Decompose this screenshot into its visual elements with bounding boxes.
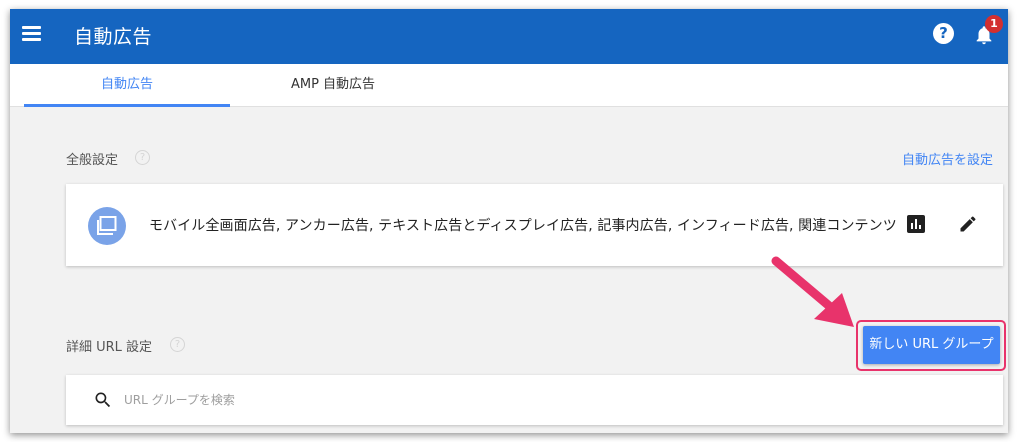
- app-bar: 自動広告 ? 1: [10, 9, 1008, 64]
- general-settings-title: 全般設定: [66, 153, 119, 168]
- page-title: 自動広告: [74, 26, 153, 48]
- url-group-search-input[interactable]: [124, 387, 824, 413]
- tab-auto-ads[interactable]: 自動広告: [24, 64, 230, 107]
- edit-pencil-icon[interactable]: [958, 214, 978, 234]
- active-tab-indicator: [24, 104, 230, 107]
- ad-formats-summary: モバイル全画面広告, アンカー広告, テキスト広告とディスプレイ広告, 記事内広…: [149, 218, 897, 234]
- tab-amp-auto-ads[interactable]: AMP 自動広告: [230, 64, 436, 107]
- bar-chart-icon[interactable]: [907, 215, 925, 233]
- ad-formats-icon: [88, 207, 126, 245]
- configure-auto-ads-link[interactable]: 自動広告を設定: [902, 149, 993, 168]
- auto-ads-summary-card: モバイル全画面広告, アンカー広告, テキスト広告とディスプレイ広告, 記事内広…: [66, 184, 1003, 266]
- advanced-help-icon[interactable]: ?: [170, 337, 185, 352]
- general-help-icon[interactable]: ?: [135, 150, 150, 165]
- tab-bar: 自動広告 AMP 自動広告: [10, 64, 1008, 107]
- new-url-group-button[interactable]: 新しい URL グループ: [863, 326, 1000, 364]
- url-group-search-card: [66, 375, 1003, 425]
- advanced-url-settings-title: 詳細 URL 設定: [66, 340, 153, 355]
- menu-icon[interactable]: [22, 26, 42, 42]
- pointer-arrow: [771, 256, 854, 327]
- search-icon: [95, 392, 111, 408]
- help-icon[interactable]: ?: [933, 23, 954, 44]
- app-window: 自動広告 ? 1 自動広告 AMP 自動広告 全般設定 ? 自動広告を設定 モバ…: [10, 9, 1008, 433]
- notification-badge: 1: [985, 15, 1003, 33]
